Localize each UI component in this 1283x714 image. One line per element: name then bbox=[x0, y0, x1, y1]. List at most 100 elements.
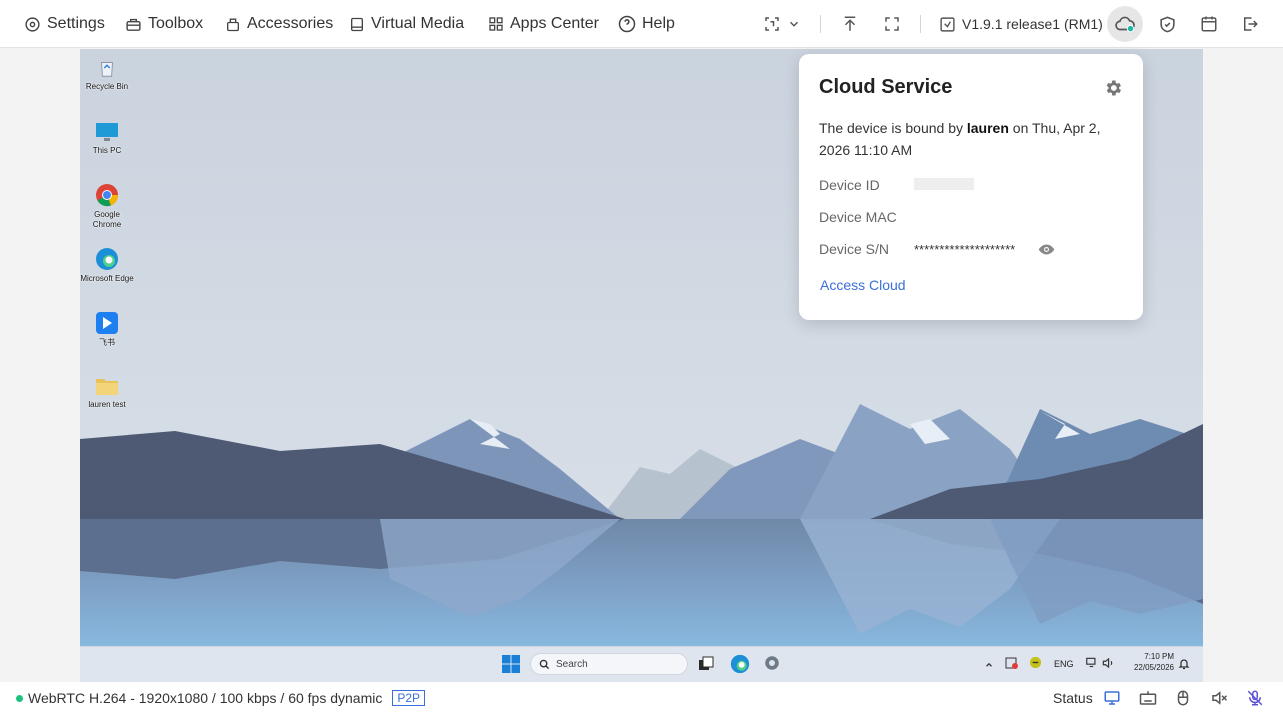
status-display-button[interactable] bbox=[1101, 687, 1123, 709]
desktop-icon-recycle-bin[interactable]: Recycle Bin bbox=[80, 57, 134, 92]
shield-check-icon bbox=[1159, 16, 1175, 32]
feishu-icon bbox=[96, 312, 118, 334]
status-keyboard-button[interactable] bbox=[1137, 687, 1159, 709]
remote-app-icon bbox=[1005, 657, 1018, 669]
status-audio-button[interactable] bbox=[1208, 687, 1230, 709]
cloud-service-title: Cloud Service bbox=[819, 76, 953, 98]
access-cloud-link[interactable]: Access Cloud bbox=[820, 277, 906, 293]
windows-logo-icon bbox=[502, 655, 520, 673]
virtual-media-icon bbox=[351, 17, 363, 31]
folder-icon bbox=[96, 379, 118, 395]
recycle-bin-icon bbox=[101, 62, 113, 77]
task-view-button[interactable] bbox=[698, 656, 714, 677]
mouse-icon bbox=[1177, 690, 1189, 706]
screen-mode-dropdown[interactable] bbox=[782, 12, 806, 36]
accessories-icon bbox=[227, 18, 239, 31]
desktop-icon-feishu[interactable]: 飞书 bbox=[80, 311, 134, 348]
masked-value bbox=[914, 178, 974, 190]
desktop-icon-label: lauren test bbox=[88, 400, 126, 409]
calendar-sync-icon bbox=[1201, 16, 1217, 32]
logout-icon bbox=[1244, 17, 1258, 31]
status-bar: WebRTC H.264 - 1920x1080 / 100 kbps / 60… bbox=[0, 682, 1283, 714]
toolbar-separator bbox=[820, 15, 821, 33]
keyboard-icon bbox=[1139, 691, 1157, 705]
logout-button[interactable] bbox=[1238, 12, 1262, 36]
connection-info: WebRTC H.264 - 1920x1080 / 100 kbps / 60… bbox=[16, 682, 426, 714]
device-mac-label: Device MAC bbox=[819, 209, 897, 225]
chevron-down-icon bbox=[789, 21, 799, 27]
menu-help[interactable]: Help bbox=[618, 0, 675, 48]
connection-status-dot bbox=[16, 694, 23, 702]
speaker-muted-icon bbox=[1212, 691, 1228, 705]
toolbox-icon bbox=[126, 18, 141, 31]
menu-virtual-media-label: Virtual Media bbox=[371, 15, 465, 32]
screen-mode-icon bbox=[765, 17, 779, 31]
desktop-icon-edge[interactable]: Microsoft Edge bbox=[80, 247, 134, 284]
menu-apps-center-label: Apps Center bbox=[510, 15, 599, 32]
desktop-icon-lauren-test[interactable]: lauren test bbox=[80, 375, 134, 410]
tray-status-icon[interactable] bbox=[1029, 656, 1042, 674]
connection-details: WebRTC H.264 - 1920x1080 / 100 kbps / 60… bbox=[28, 690, 383, 706]
reveal-sn-button[interactable] bbox=[1038, 241, 1055, 263]
tray-time: 7:10 PM bbox=[1144, 652, 1174, 661]
version-info[interactable]: V1.9.1 release1 (RM1) bbox=[939, 0, 1103, 48]
tray-language[interactable]: ENG bbox=[1054, 659, 1074, 669]
top-toolbar: Settings Toolbox Accessories Virtual Med… bbox=[0, 0, 1283, 48]
tray-app-icon[interactable] bbox=[1005, 656, 1019, 675]
tray-network-button[interactable] bbox=[1085, 656, 1099, 675]
menu-accessories[interactable]: Accessories bbox=[225, 0, 333, 48]
fullscreen-button[interactable] bbox=[880, 12, 904, 36]
version-icon bbox=[940, 16, 955, 32]
this-pc-icon bbox=[96, 123, 118, 141]
device-id-label: Device ID bbox=[819, 177, 880, 193]
network-icon bbox=[1086, 657, 1096, 668]
fullscreen-icon bbox=[885, 17, 899, 31]
cloud-icon bbox=[1115, 16, 1135, 33]
taskbar-search[interactable]: Search bbox=[530, 653, 688, 675]
microphone-muted-icon bbox=[1247, 690, 1263, 706]
bell-icon bbox=[1178, 659, 1190, 670]
chevron-up-icon bbox=[986, 662, 992, 667]
device-sn-label: Device S/N bbox=[819, 241, 890, 257]
volume-icon bbox=[1102, 657, 1113, 669]
apps-center-icon bbox=[489, 17, 503, 31]
tray-volume-button[interactable] bbox=[1101, 656, 1115, 675]
status-circle-icon bbox=[1029, 656, 1042, 669]
status-mouse-button[interactable] bbox=[1172, 687, 1194, 709]
desktop-icon-label: 飞书 bbox=[99, 338, 115, 347]
calendar-button[interactable] bbox=[1197, 12, 1221, 36]
device-id-value bbox=[914, 178, 974, 193]
security-button[interactable] bbox=[1155, 12, 1179, 36]
desktop-icon-label: This PC bbox=[92, 146, 122, 155]
desktop-icon-this-pc[interactable]: This PC bbox=[80, 121, 134, 156]
taskbar-settings-button[interactable] bbox=[763, 654, 781, 677]
binding-prefix: The device is bound by bbox=[819, 120, 967, 136]
task-view-icon bbox=[699, 656, 714, 670]
gear-icon bbox=[765, 656, 779, 670]
status-microphone-button[interactable] bbox=[1244, 687, 1266, 709]
tray-clock[interactable]: 7:10 PM 22/05/2026 bbox=[1124, 651, 1174, 673]
upload-button[interactable] bbox=[838, 12, 862, 36]
windows-start-button[interactable] bbox=[502, 655, 520, 678]
chrome-icon bbox=[96, 184, 119, 207]
menu-accessories-label: Accessories bbox=[247, 15, 334, 32]
menu-toolbox[interactable]: Toolbox bbox=[125, 0, 203, 48]
monitor-icon bbox=[1104, 691, 1120, 705]
p2p-badge: P2P bbox=[392, 690, 426, 706]
device-sn-value: ******************** bbox=[914, 242, 1016, 257]
tray-notifications-button[interactable] bbox=[1178, 657, 1190, 675]
desktop-icon-label: Google Chrome bbox=[92, 210, 122, 229]
taskbar-edge-button[interactable] bbox=[730, 654, 750, 679]
cloud-settings-button[interactable] bbox=[1103, 78, 1123, 103]
cloud-service-button[interactable] bbox=[1107, 6, 1143, 42]
menu-apps-center[interactable]: Apps Center bbox=[488, 0, 599, 48]
desktop-icon-chrome[interactable]: Google Chrome bbox=[80, 183, 134, 230]
gear-icon bbox=[1106, 80, 1121, 96]
menu-settings[interactable]: Settings bbox=[24, 0, 105, 48]
menu-virtual-media[interactable]: Virtual Media bbox=[349, 0, 464, 48]
screen-mode-button[interactable] bbox=[760, 12, 784, 36]
version-label: V1.9.1 release1 (RM1) bbox=[962, 16, 1103, 32]
edge-icon bbox=[96, 248, 118, 270]
help-icon bbox=[618, 15, 636, 33]
tray-overflow-button[interactable] bbox=[984, 657, 994, 675]
